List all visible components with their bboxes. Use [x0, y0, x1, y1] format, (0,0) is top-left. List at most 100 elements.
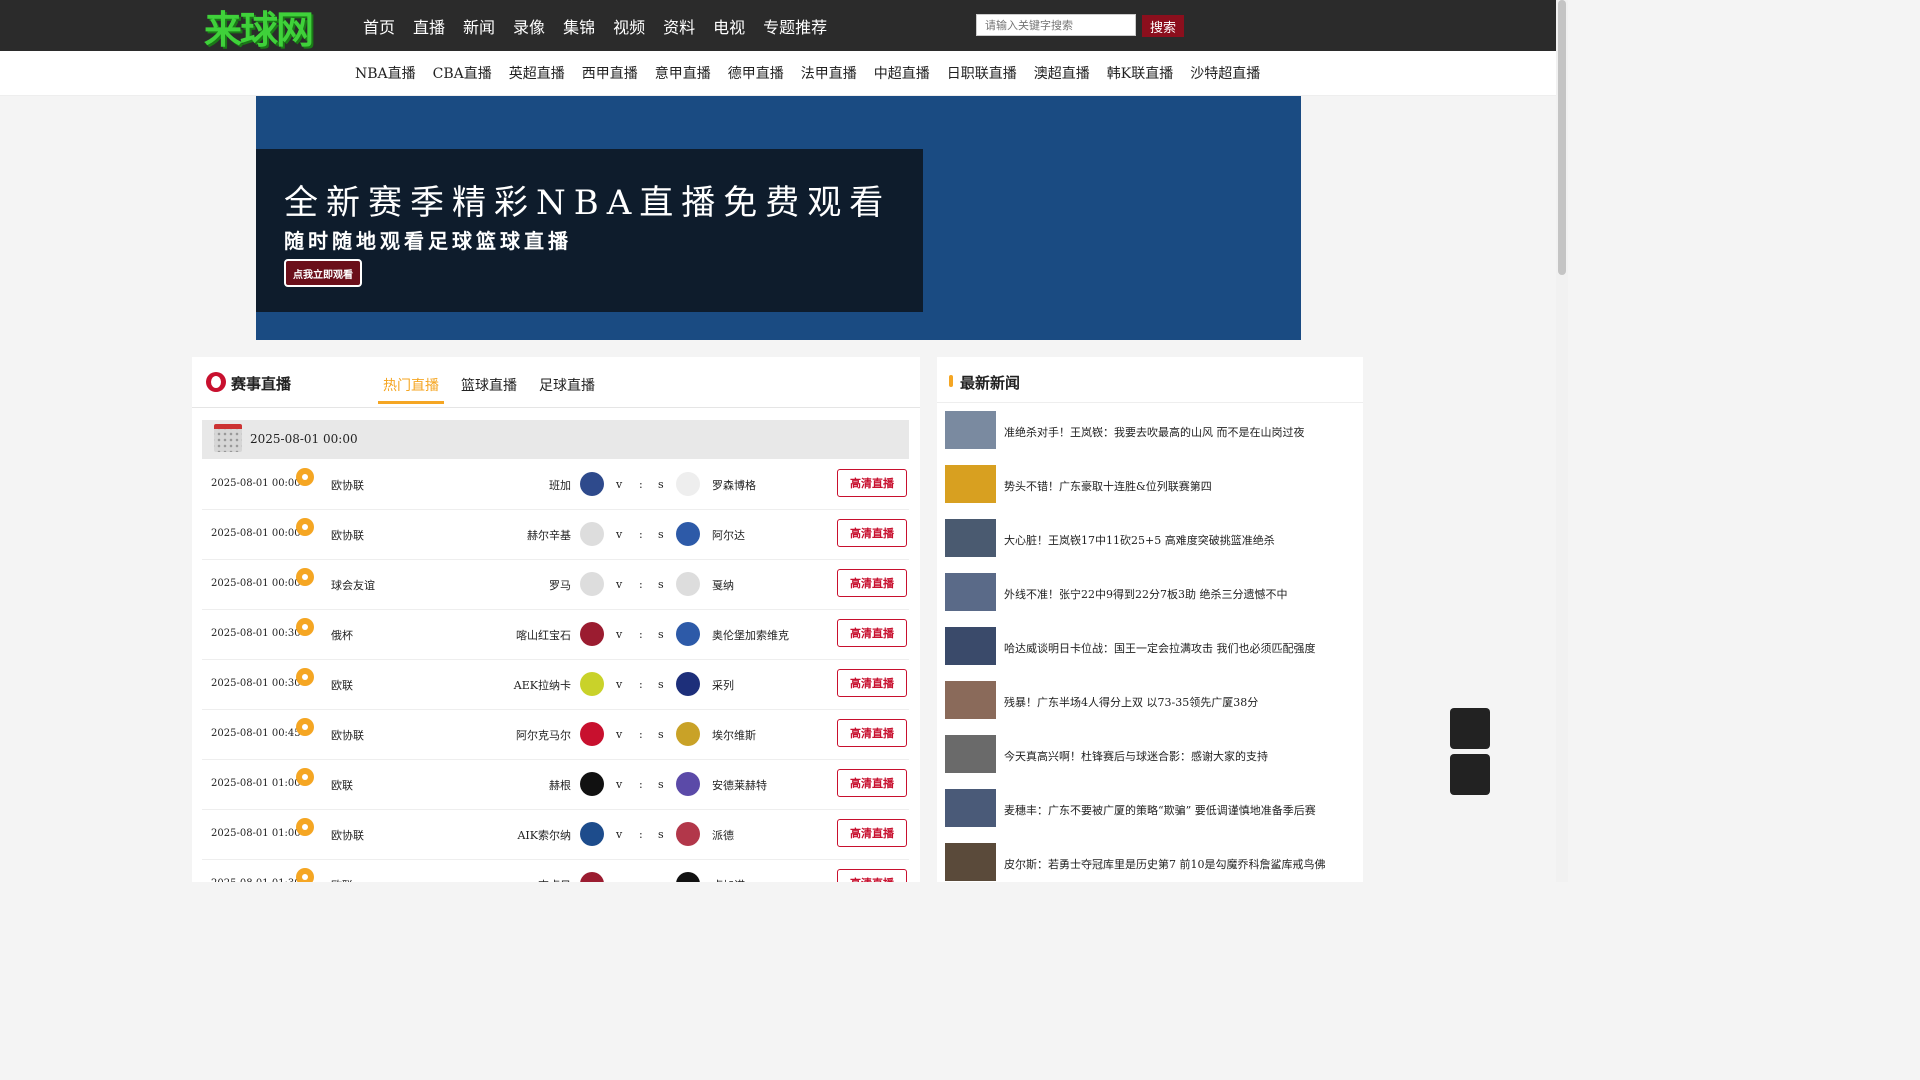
nav-home[interactable]: 首页 — [363, 14, 395, 38]
news-thumbnail[interactable] — [945, 843, 996, 881]
subnav-kleague[interactable]: 韩K联直播 — [1107, 63, 1173, 83]
logo-text: 来球网 — [204, 7, 314, 52]
promo-banner[interactable]: 全新赛季精彩NBA直播免费观看 随时随地观看足球篮球直播 点我立即观看 — [256, 96, 1301, 340]
subnav-laliga[interactable]: 西甲直播 — [582, 63, 638, 83]
watch-now-button[interactable]: 点我立即观看 — [284, 259, 362, 287]
news-thumbnail[interactable] — [945, 573, 996, 611]
nav-highlights[interactable]: 集锦 — [563, 14, 595, 38]
subnav-cba[interactable]: CBA直播 — [433, 63, 492, 83]
nav-video[interactable]: 视频 — [613, 14, 645, 38]
news-headline[interactable]: 残暴！广东半场4人得分上双 以73-35领先广厦38分 — [1004, 694, 1258, 710]
hd-live-button[interactable]: 高清直播 — [837, 869, 907, 882]
football-icon — [296, 868, 314, 882]
s-label: s — [658, 778, 664, 791]
news-item[interactable]: 外线不准！张宁22中9得到22分7板3助 绝杀三分遗憾不中 — [945, 573, 1360, 611]
news-item[interactable]: 残暴！广东半场4人得分上双 以73-35领先广厦38分 — [945, 681, 1360, 719]
news-thumbnail[interactable] — [945, 681, 996, 719]
hd-live-button[interactable]: 高清直播 — [837, 519, 907, 547]
match-time: 2025-08-01 00:00 — [211, 578, 301, 589]
news-thumbnail[interactable] — [945, 789, 996, 827]
hd-live-button[interactable]: 高清直播 — [837, 719, 907, 747]
nav-data[interactable]: 资料 — [663, 14, 695, 38]
hd-live-button[interactable]: 高清直播 — [837, 669, 907, 697]
live-panel-header: 赛事直播 热门直播 篮球直播 足球直播 — [192, 357, 920, 408]
subnav-jleague[interactable]: 日职联直播 — [947, 63, 1017, 83]
vs-label: v — [616, 478, 623, 491]
football-icon — [296, 718, 314, 736]
match-row: 2025-08-01 00:30 俄杯 喀山红宝石 v: s 奥伦堡加索维克 高清直播 — [202, 609, 909, 660]
home-team-logo-icon — [580, 772, 604, 796]
vs-label: v — [616, 578, 623, 591]
news-thumbnail[interactable] — [945, 735, 996, 773]
nav-replay[interactable]: 录像 — [513, 14, 545, 38]
nav-tv[interactable]: 电视 — [713, 14, 745, 38]
news-headline[interactable]: 今天真高兴啊！杜锋赛后与球迷合影：感谢大家的支持 — [1004, 748, 1268, 764]
hd-live-button[interactable]: 高清直播 — [837, 469, 907, 497]
news-headline[interactable]: 势头不错！广东豪取十连胜&位列联赛第四 — [1004, 478, 1212, 494]
vs-label: v — [616, 678, 623, 691]
news-headline[interactable]: 麦穗丰：广东不要被广厦的策略“欺骗” 要低调谨慎地准备季后赛 — [1004, 802, 1316, 818]
home-team: 阿尔克马尔 — [516, 729, 571, 742]
news-item[interactable]: 大心脏！王岚嵚17中11砍25+5 高难度突破挑篮准绝杀 — [945, 519, 1360, 557]
float-action-button-1[interactable] — [1450, 708, 1490, 749]
hd-live-button[interactable]: 高清直播 — [837, 769, 907, 797]
home-team-logo-icon — [580, 822, 604, 846]
score-separator: : — [639, 678, 643, 691]
away-team-logo-icon — [676, 622, 700, 646]
subnav-nba[interactable]: NBA直播 — [355, 63, 416, 83]
subnav-epl[interactable]: 英超直播 — [509, 63, 565, 83]
subnav-bundesliga[interactable]: 德甲直播 — [728, 63, 784, 83]
news-thumbnail[interactable] — [945, 465, 996, 503]
news-headline[interactable]: 外线不准！张宁22中9得到22分7板3助 绝杀三分遗憾不中 — [1004, 586, 1288, 602]
search-button[interactable]: 搜索 — [1142, 15, 1184, 37]
match-league: 球会友谊 — [331, 579, 375, 592]
banner-subtitle: 随时随地观看足球篮球直播 — [284, 229, 572, 253]
nav-news[interactable]: 新闻 — [463, 14, 495, 38]
search-input[interactable] — [976, 14, 1136, 36]
news-item[interactable]: 哈达威谈明日卡位战：国王一定会拉满攻击 我们也必须匹配强度 — [945, 627, 1360, 665]
news-headline[interactable]: 哈达威谈明日卡位战：国王一定会拉满攻击 我们也必须匹配强度 — [1004, 640, 1316, 656]
hd-live-button[interactable]: 高清直播 — [837, 569, 907, 597]
tab-football[interactable]: 足球直播 — [534, 375, 600, 404]
banner-title: 全新赛季精彩NBA直播免费观看 — [284, 183, 892, 223]
news-thumbnail[interactable] — [945, 627, 996, 665]
live-tabs: 热门直播 篮球直播 足球直播 — [378, 375, 600, 404]
nav-live[interactable]: 直播 — [413, 14, 445, 38]
s-label: s — [658, 578, 664, 591]
news-headline[interactable]: 大心脏！王岚嵚17中11砍25+5 高难度突破挑篮准绝杀 — [1004, 532, 1275, 548]
news-item[interactable]: 皮尔斯：若勇士夺冠库里是历史第7 前10是勾魔乔科詹鲨库戒鸟佛 — [945, 843, 1360, 881]
tab-hot[interactable]: 热门直播 — [378, 375, 444, 404]
float-action-button-2[interactable] — [1450, 754, 1490, 795]
vs-label: v — [616, 878, 622, 882]
main-nav: 首页 直播 新闻 录像 集锦 视频 资料 电视 专题推荐 — [363, 0, 845, 51]
home-team-logo-icon — [580, 722, 604, 746]
tab-basketball[interactable]: 篮球直播 — [456, 375, 522, 404]
match-row: 2025-08-01 00:00 球会友谊 罗马 v: s 戛纳 高清直播 — [202, 559, 909, 610]
news-item[interactable]: 麦穗丰：广东不要被广厦的策略“欺骗” 要低调谨慎地准备季后赛 — [945, 789, 1360, 827]
away-team-logo-icon — [676, 672, 700, 696]
hd-live-button[interactable]: 高清直播 — [837, 819, 907, 847]
subnav-seriea[interactable]: 意甲直播 — [655, 63, 711, 83]
news-thumbnail[interactable] — [945, 519, 996, 557]
hd-live-button[interactable]: 高清直播 — [837, 619, 907, 647]
match-row: 2025-08-01 01:30 欧联 克卢日 v: s 卢加诺 高清直播 — [202, 859, 909, 882]
page-scrollbar[interactable] — [1556, 0, 1568, 882]
away-team-logo-icon — [676, 722, 700, 746]
news-headline[interactable]: 皮尔斯：若勇士夺冠库里是历史第7 前10是勾魔乔科詹鲨库戒鸟佛 — [1004, 856, 1326, 872]
site-logo[interactable]: 来球网 — [204, 4, 348, 52]
news-headline[interactable]: 准绝杀对手！王岚嵚：我要去吹最高的山风 而不是在山岗过夜 — [1004, 424, 1305, 440]
news-item[interactable]: 势头不错！广东豪取十连胜&位列联赛第四 — [945, 465, 1360, 503]
subnav-csl[interactable]: 中超直播 — [874, 63, 930, 83]
news-thumbnail[interactable] — [945, 411, 996, 449]
subnav-aleague[interactable]: 澳超直播 — [1034, 63, 1090, 83]
away-team: 派德 — [712, 829, 734, 842]
nav-topics[interactable]: 专题推荐 — [763, 14, 827, 38]
subnav-saudi[interactable]: 沙特超直播 — [1190, 63, 1260, 83]
banner-panel: 全新赛季精彩NBA直播免费观看 随时随地观看足球篮球直播 点我立即观看 — [256, 149, 923, 312]
news-item[interactable]: 准绝杀对手！王岚嵚：我要去吹最高的山风 而不是在山岗过夜 — [945, 411, 1360, 449]
news-item[interactable]: 今天真高兴啊！杜锋赛后与球迷合影：感谢大家的支持 — [945, 735, 1360, 773]
scrollbar-thumb[interactable] — [1558, 0, 1566, 275]
football-icon — [296, 518, 314, 536]
subnav-ligue1[interactable]: 法甲直播 — [801, 63, 857, 83]
away-team-logo-icon — [676, 472, 700, 496]
